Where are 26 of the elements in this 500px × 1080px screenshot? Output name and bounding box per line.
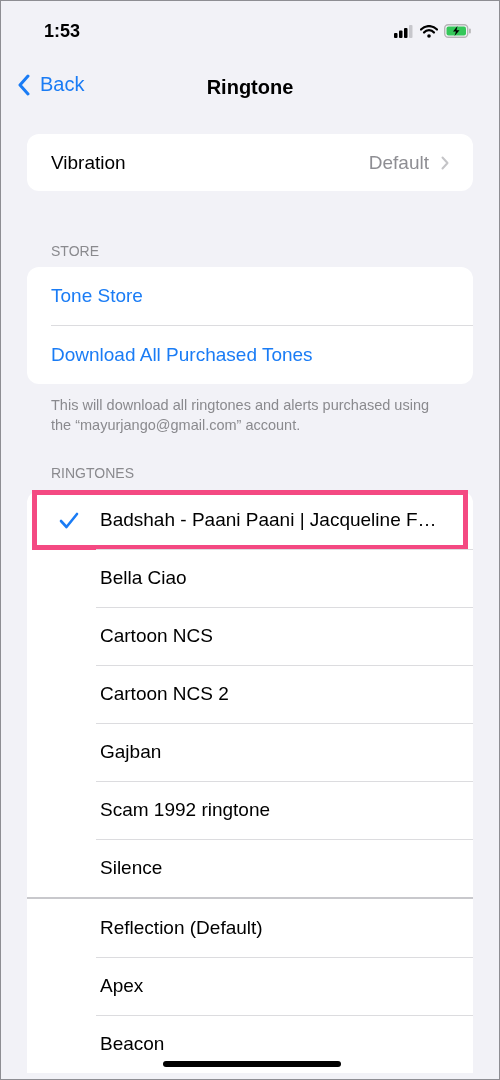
store-link[interactable]: Tone Store	[51, 285, 143, 307]
ringtone-row[interactable]: Scam 1992 ringtone	[27, 781, 473, 839]
vibration-value: Default	[368, 151, 429, 174]
section-header: STORE	[51, 243, 100, 259]
store-footer-note: This will download all ringtones and alerts purchased using the “mayurjango@gmail.com” account.	[51, 396, 431, 435]
checkmark-icon	[58, 511, 79, 529]
ringtone-row[interactable]: Silence	[27, 839, 473, 897]
back-button[interactable]: Back	[17, 73, 85, 96]
ringtone-row[interactable]: Reflection (Default)	[27, 899, 473, 957]
section-header: RINGTONES	[51, 465, 135, 481]
signal-icon	[394, 24, 414, 38]
ringtone-row[interactable]: Beacon	[27, 1015, 473, 1073]
status-time: 1:53	[44, 20, 81, 42]
ringtone-row[interactable]: Apex	[27, 957, 473, 1015]
chevron-left-icon	[17, 73, 30, 96]
store-link[interactable]: Download All Purchased Tones	[51, 344, 313, 366]
vibration-row[interactable]: Vibration Default	[27, 134, 473, 191]
chevron-right-icon	[441, 155, 449, 170]
ringtone-row[interactable]: Cartoon NCS 2	[27, 665, 473, 723]
ringtone-row[interactable]: Bella Ciao	[27, 549, 473, 607]
wifi-icon	[420, 24, 438, 38]
vibration-label: Vibration	[51, 151, 127, 174]
screen-title: Ringtone	[206, 75, 294, 99]
ringtone-row[interactable]: Gajban	[27, 723, 473, 781]
ringtone-row[interactable]: Badshah - Paani Paani | Jacqueline F…	[33, 491, 467, 549]
ringtone-row[interactable]: Cartoon NCS	[27, 607, 473, 665]
